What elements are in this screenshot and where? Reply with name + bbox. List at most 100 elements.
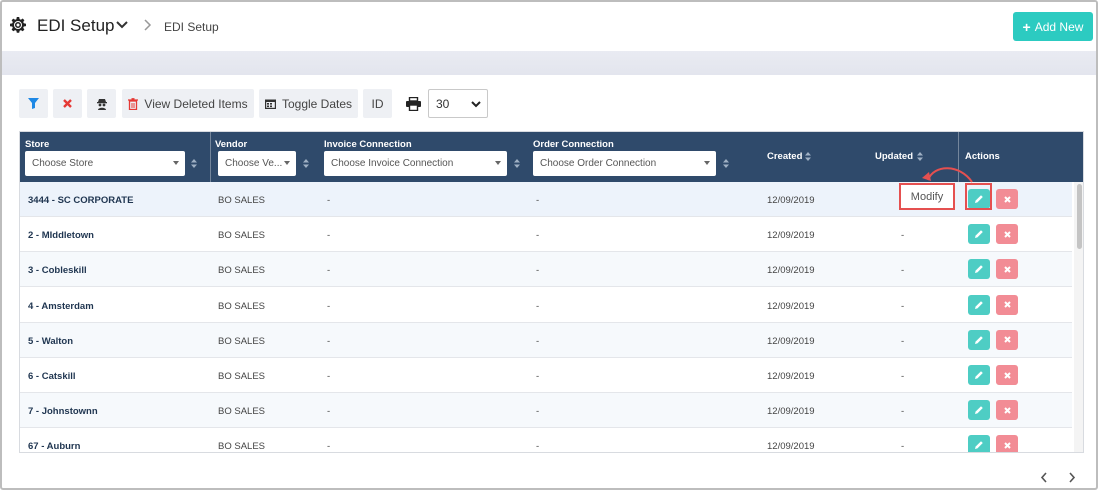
order-cell: - [536,230,540,242]
store-cell: 3444 - SC CORPORATE [28,195,134,206]
toggle-dates-button[interactable]: Toggle Dates [259,89,358,118]
order-filter-select[interactable]: Choose Order Connection [533,151,716,176]
pencil-icon [975,335,983,344]
breadcrumb[interactable]: EDI Setup [164,20,219,34]
caret-down-icon [173,161,179,165]
table-row[interactable]: 7 - Johnstownn BO SALES - - 12/09/2019 - [20,393,1072,429]
updated-cell: - [901,441,905,453]
gear-icon[interactable] [10,17,26,33]
chevron-down-icon [471,101,481,108]
delete-button[interactable] [996,294,1018,315]
column-header-updated[interactable]: Updated [875,151,913,162]
vendor-filter-placeholder: Choose Ve... [225,158,283,169]
pencil-icon [975,300,983,309]
delete-button[interactable] [996,224,1018,245]
store-cell: 5 - Walton [28,335,74,347]
vendor-cell: BO SALES [218,441,265,453]
pencil-icon [975,441,983,450]
edit-button[interactable] [968,400,990,421]
filter-button[interactable] [19,89,48,118]
page-size-select[interactable]: 30 [428,89,488,118]
filter-icon [28,98,39,109]
close-icon [1003,266,1011,273]
header-band [2,51,1096,75]
edit-button[interactable] [968,435,990,452]
table-row[interactable]: 5 - Walton BO SALES - - 12/09/2019 - [20,322,1072,358]
edit-button[interactable] [968,259,990,280]
invoice-filter-placeholder: Choose Invoice Connection [331,158,454,169]
delete-button[interactable] [996,329,1018,350]
content-panel: View Deleted Items Toggle Dates ID 30 St… [6,75,1095,488]
user-secret-icon [96,98,107,110]
table-row[interactable]: 6 - Catskill BO SALES - - 12/09/2019 - [20,358,1072,393]
invoice-cell: - [327,335,331,347]
table-row[interactable]: 2 - MIddletown BO SALES - - 12/09/2019 - [20,217,1072,253]
delete-button[interactable] [996,189,1018,209]
vendor-cell: BO SALES [218,230,265,242]
scrollbar-thumb[interactable] [1077,184,1082,249]
clear-filters-button[interactable] [53,89,82,118]
table-row[interactable]: 67 - Auburn BO SALES - - 12/09/2019 - [20,428,1072,453]
sort-icon[interactable] [917,152,923,161]
next-page-button[interactable] [1068,471,1076,486]
column-header-actions: Actions [965,151,1000,162]
edit-button[interactable] [968,294,990,315]
column-header-created[interactable]: Created [767,151,802,162]
sort-icon[interactable] [723,159,729,168]
invoice-cell: - [327,265,331,277]
created-cell: 12/09/2019 [767,265,815,277]
created-cell: 12/09/2019 [767,406,815,418]
updated-cell: - [901,335,905,347]
store-cell: 6 - Catskill [28,371,76,382]
print-button[interactable] [399,89,428,118]
chevron-right-icon [144,19,152,31]
edit-button[interactable] [968,329,990,350]
chevron-down-icon[interactable] [116,20,128,30]
table-row[interactable]: 3 - Cobleskill BO SALES - - 12/09/2019 - [20,252,1072,288]
invoice-cell: - [327,300,331,312]
sort-icon[interactable] [514,159,520,168]
id-label: ID [371,96,384,111]
invoice-filter-select[interactable]: Choose Invoice Connection [324,151,507,176]
pencil-icon [975,230,983,239]
vendor-cell: BO SALES [218,335,265,347]
view-deleted-button[interactable]: View Deleted Items [122,89,254,118]
page-title: EDI Setup [37,16,115,35]
pencil-icon [975,371,983,379]
order-cell: - [536,265,540,277]
sort-icon[interactable] [805,152,811,161]
incognito-button[interactable] [87,89,116,118]
close-icon [1003,406,1011,414]
created-cell: 12/09/2019 [767,335,815,347]
table-row[interactable]: 4 - Amsterdam BO SALES - - 12/09/2019 - [20,288,1072,323]
sort-icon[interactable] [191,159,197,168]
table-scrollbar[interactable] [1074,182,1083,452]
prev-page-button[interactable] [1040,471,1048,486]
invoice-cell: - [327,371,331,382]
close-icon [1003,230,1011,238]
caret-down-icon [704,161,710,165]
store-filter-select[interactable]: Choose Store [25,151,185,176]
sort-icon[interactable] [303,159,309,168]
vendor-filter-select[interactable]: Choose Ve... [218,151,296,176]
add-new-button[interactable]: + Add New [1013,12,1093,41]
updated-cell: - [901,265,905,277]
edit-button[interactable] [968,365,990,385]
add-new-label: Add New [1034,19,1084,34]
invoice-cell: - [327,441,331,453]
column-header-invoice: Invoice Connection [324,139,412,150]
chevron-left-icon [1040,472,1047,483]
delete-button[interactable] [996,259,1018,280]
invoice-cell: - [327,406,331,418]
delete-button[interactable] [996,400,1018,421]
delete-button[interactable] [996,435,1018,452]
column-header-store: Store [25,139,50,150]
order-cell: - [536,195,540,206]
chevron-right-icon [1069,472,1076,483]
updated-cell: - [901,230,905,242]
order-cell: - [536,406,540,418]
close-icon [1003,371,1011,379]
delete-button[interactable] [996,365,1018,385]
edit-button[interactable] [968,224,990,245]
id-toggle-button[interactable]: ID [363,89,392,118]
